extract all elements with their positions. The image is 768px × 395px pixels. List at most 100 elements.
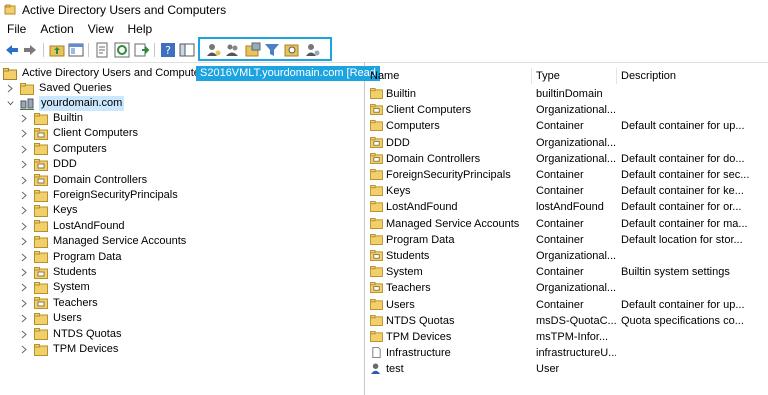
list-row[interactable]: ForeignSecurityPrincipals Container Defaul… (366, 167, 768, 183)
list-row[interactable]: DDD Organizational... (366, 135, 768, 151)
cell-type: Container (536, 120, 584, 133)
cell-description (621, 361, 766, 377)
chevron-right-icon[interactable] (5, 81, 15, 96)
help-icon[interactable]: ? (160, 42, 176, 58)
list-row[interactable]: NTDS Quotas msDS-QuotaC... Quota specifica… (366, 313, 768, 329)
tree-item[interactable]: Computers (19, 142, 107, 157)
chevron-right-icon[interactable] (19, 188, 29, 203)
list-row[interactable]: test User (366, 361, 768, 377)
cell-name: Managed Service Accounts (386, 217, 520, 230)
list-row[interactable]: TPM Devices msTPM-Infor... (366, 329, 768, 345)
tree-item-label: TPM Devices (53, 343, 119, 355)
cell-type: Organizational... (536, 152, 616, 165)
tree-item[interactable]: NTDS Quotas (19, 327, 121, 342)
list-row[interactable]: Builtin builtinDomain (366, 86, 768, 102)
column-header-name[interactable]: Name (366, 68, 532, 84)
list-row[interactable]: Program Data Container Default location fo… (366, 232, 768, 248)
chevron-down-icon[interactable] (5, 96, 15, 111)
tree-item[interactable]: Managed Service Accounts (19, 234, 186, 249)
list-row[interactable]: Client Computers Organizational... (366, 102, 768, 118)
cell-name: TPM Devices (386, 331, 452, 343)
tree-item[interactable]: LostAndFound (19, 219, 125, 234)
list-row[interactable]: Keys Container Default container for ke... (366, 183, 768, 199)
chevron-right-icon[interactable] (19, 157, 29, 172)
list-row[interactable]: LostAndFound lostAndFound Default containe… (366, 199, 768, 215)
cell-description: Default container for up... (621, 298, 745, 311)
tree-item[interactable]: DDD (19, 157, 77, 172)
tree-item[interactable]: Keys (19, 203, 77, 218)
list-row[interactable]: Users Container Default container for up..… (366, 297, 768, 313)
ou-folder-icon (34, 297, 48, 310)
cell-name: LostAndFound (386, 201, 458, 214)
menu-help[interactable]: Help (121, 20, 160, 38)
tree-item[interactable]: System (19, 280, 90, 295)
chevron-right-icon[interactable] (19, 203, 29, 218)
toolbar-separator (43, 43, 44, 57)
tree-item[interactable]: Teachers (19, 296, 98, 311)
chevron-right-icon[interactable] (19, 250, 29, 265)
tree-item[interactable]: TPM Devices (19, 342, 118, 357)
chevron-right-icon[interactable] (19, 265, 29, 280)
list-row[interactable]: Students Organizational... (366, 248, 768, 264)
folder-icon (20, 82, 34, 95)
menu-file[interactable]: File (0, 20, 33, 38)
list-row[interactable]: Computers Container Default container for … (366, 118, 768, 134)
properties-icon[interactable] (94, 42, 110, 58)
menu-view[interactable]: View (81, 20, 121, 38)
chevron-right-icon[interactable] (19, 234, 29, 249)
back-icon[interactable] (4, 42, 20, 58)
tree-item-domain[interactable]: yourdomain.com (5, 96, 125, 111)
console-tree-icon[interactable] (179, 42, 195, 58)
list-row[interactable]: Teachers Organizational... (366, 280, 768, 296)
chevron-right-icon[interactable] (19, 296, 29, 311)
cell-description: Default container for sec... (621, 169, 750, 181)
cell-name: Computers (386, 120, 440, 133)
toolbar: ? (0, 38, 768, 63)
tree-item-label: Saved Queries (39, 82, 112, 94)
folder-icon (370, 169, 383, 180)
chevron-right-icon[interactable] (19, 173, 29, 188)
cell-description: Builtin system settings (621, 266, 730, 279)
cell-name: Domain Controllers (386, 152, 481, 165)
cell-name: System (386, 266, 423, 279)
tree-item[interactable]: Program Data (19, 250, 121, 265)
chevron-right-icon[interactable] (19, 111, 29, 126)
show-hide-tree-icon[interactable] (68, 42, 84, 58)
tree-item[interactable]: Client Computers (19, 126, 138, 141)
forward-icon[interactable] (22, 42, 38, 58)
column-header-description[interactable]: Description (617, 68, 768, 84)
tree-item[interactable]: Domain Controllers (19, 173, 147, 188)
list-row[interactable]: System Container Builtin system settings (366, 264, 768, 280)
refresh-icon[interactable] (114, 42, 130, 58)
cell-type: infrastructureU... (536, 347, 616, 360)
tree-item[interactable]: Builtin (19, 111, 83, 126)
tree-item-saved-queries[interactable]: Saved Queries (5, 81, 112, 96)
cell-name: Users (386, 298, 415, 311)
cell-description: Quota specifications co... (621, 314, 744, 327)
folder-icon (370, 120, 383, 132)
cell-type: msTPM-Infor... (536, 331, 609, 343)
tree-item[interactable]: Students (19, 265, 96, 280)
tree-item[interactable]: ForeignSecurityPrincipals (19, 188, 178, 203)
menu-action[interactable]: Action (33, 20, 80, 38)
chevron-right-icon[interactable] (19, 126, 29, 141)
chevron-right-icon[interactable] (19, 327, 29, 342)
column-header-type[interactable]: Type (532, 68, 617, 84)
tree-root[interactable]: Active Directory Users and Computers [ (3, 66, 215, 81)
up-folder-icon[interactable] (49, 42, 65, 58)
ou-folder-icon (34, 158, 48, 171)
chevron-right-icon[interactable] (19, 280, 29, 295)
chevron-right-icon[interactable] (19, 219, 29, 234)
list-row[interactable]: Domain Controllers Organizational... Defau… (366, 151, 768, 167)
tree-item[interactable]: Users (19, 311, 82, 326)
cell-name: NTDS Quotas (386, 314, 455, 327)
list-row[interactable]: Infrastructure infrastructureU... (366, 345, 768, 361)
folder-icon (34, 328, 48, 341)
chevron-right-icon[interactable] (19, 342, 29, 357)
chevron-right-icon[interactable] (19, 311, 29, 326)
export-list-icon[interactable] (134, 42, 150, 58)
ou-folder-icon (34, 127, 48, 140)
list-row[interactable]: Managed Service Accounts Container Default… (366, 216, 768, 232)
chevron-right-icon[interactable] (19, 142, 29, 157)
cell-description: Default container for up... (621, 120, 745, 133)
